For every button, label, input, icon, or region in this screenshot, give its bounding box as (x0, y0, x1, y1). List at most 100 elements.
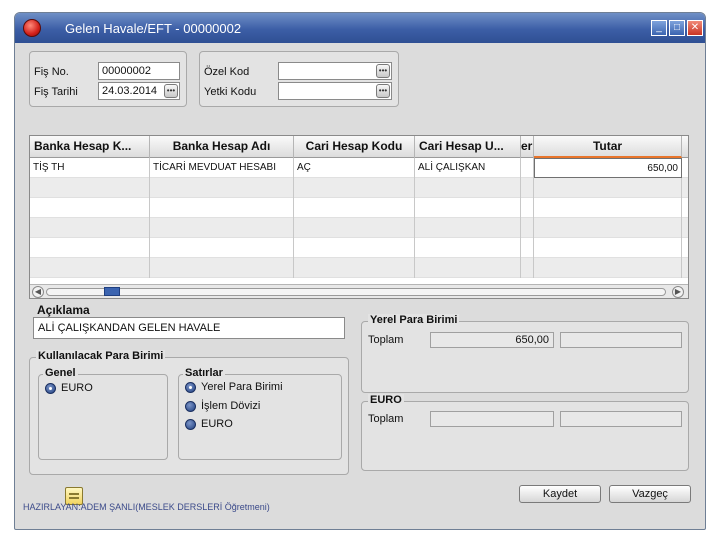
horizontal-scrollbar[interactable]: ◀ ▶ (30, 284, 688, 298)
yerel-para-radio[interactable] (185, 382, 196, 393)
fis-tarihi-label: Fiş Tarihi (34, 86, 78, 98)
table-row[interactable] (30, 218, 688, 238)
date-picker-icon[interactable]: ••• (164, 84, 178, 98)
empty-cell[interactable] (30, 218, 150, 238)
genel-euro-label: EURO (61, 382, 93, 394)
fis-panel: Fiş No. 00000002 Fiş Tarihi 24.03.2014 •… (29, 51, 187, 107)
para-birimi-title: Kullanılacak Para Birimi (36, 350, 166, 362)
genel-euro-radio[interactable] (45, 383, 56, 394)
empty-cell[interactable] (30, 238, 150, 258)
scroll-left-icon[interactable]: ◀ (32, 286, 44, 298)
satirlar-title: Satırlar (183, 367, 225, 379)
empty-cell[interactable] (415, 218, 521, 238)
yetki-kodu-lookup-icon[interactable]: ••• (376, 84, 390, 98)
save-button[interactable]: Kaydet (519, 485, 601, 503)
table-row[interactable] (30, 258, 688, 278)
minimize-icon[interactable]: _ (651, 20, 667, 36)
euro-toplam-label: Toplam (368, 413, 404, 425)
scroll-track[interactable] (46, 288, 666, 296)
yerel-toplam-extra (560, 332, 682, 348)
empty-cell[interactable] (415, 198, 521, 218)
app-icon[interactable] (23, 19, 41, 37)
empty-cell[interactable] (294, 198, 415, 218)
empty-cell[interactable] (30, 178, 150, 198)
euro-title: EURO (368, 394, 404, 406)
ozel-kod-field[interactable] (278, 62, 392, 80)
maximize-icon[interactable]: □ (669, 20, 685, 36)
kod-panel: Özel Kod ••• Yetki Kodu ••• (199, 51, 399, 107)
cell-banka-hesap-adi[interactable]: TİCARİ MEVDUAT HESABI (150, 158, 294, 178)
euro-panel: EURO Toplam (361, 394, 689, 471)
table-row[interactable] (30, 178, 688, 198)
empty-cell[interactable] (294, 238, 415, 258)
aciklama-label: Açıklama (37, 303, 90, 317)
transactions-grid[interactable]: Banka Hesap K... Banka Hesap Adı Cari He… (29, 135, 689, 299)
genel-group: Genel EURO (38, 367, 168, 460)
close-icon[interactable]: ✕ (687, 20, 703, 36)
yerel-para-title: Yerel Para Birimi (368, 314, 460, 326)
empty-cell[interactable] (534, 198, 682, 218)
cell-cari-hesap-kodu[interactable]: AÇ (294, 158, 415, 178)
fis-no-label: Fiş No. (34, 66, 69, 78)
empty-cell[interactable] (415, 178, 521, 198)
scroll-thumb[interactable] (104, 287, 120, 296)
yetki-kodu-field[interactable] (278, 82, 392, 100)
empty-cell[interactable] (534, 238, 682, 258)
yetki-kodu-label: Yetki Kodu (204, 86, 257, 98)
euro-toplam-extra (560, 411, 682, 427)
empty-cell[interactable] (521, 238, 534, 258)
empty-cell[interactable] (150, 198, 294, 218)
cell-cari-hesap-unvani[interactable]: ALİ ÇALIŞKAN (415, 158, 521, 178)
genel-title: Genel (43, 367, 78, 379)
col-cari-hesap-unvani[interactable]: Cari Hesap U... (415, 136, 521, 158)
col-cari-hesap-kodu[interactable]: Cari Hesap Kodu (294, 136, 415, 158)
table-row[interactable] (30, 198, 688, 218)
empty-cell[interactable] (30, 258, 150, 278)
empty-cell[interactable] (150, 238, 294, 258)
yerel-toplam-label: Toplam (368, 334, 404, 346)
empty-cell[interactable] (521, 218, 534, 238)
empty-cell[interactable] (534, 218, 682, 238)
aciklama-field[interactable]: ALİ ÇALIŞKANDAN GELEN HAVALE (33, 317, 345, 339)
ozel-kod-label: Özel Kod (204, 66, 250, 78)
empty-cell[interactable] (521, 198, 534, 218)
fis-no-field[interactable]: 00000002 (98, 62, 180, 80)
col-banka-hesap-adi[interactable]: Banka Hesap Adı (150, 136, 294, 158)
empty-cell[interactable] (294, 218, 415, 238)
table-row[interactable]: TİŞ TH TİCARİ MEVDUAT HESABI AÇ ALİ ÇALI… (30, 158, 688, 178)
empty-cell[interactable] (521, 258, 534, 278)
scroll-right-icon[interactable]: ▶ (672, 286, 684, 298)
empty-cell[interactable] (294, 178, 415, 198)
euro-toplam-value (430, 411, 554, 427)
yerel-para-panel: Yerel Para Birimi Toplam 650,00 (361, 314, 689, 393)
empty-cell[interactable] (534, 258, 682, 278)
empty-cell[interactable] (150, 178, 294, 198)
empty-cell[interactable] (521, 178, 534, 198)
empty-cell[interactable] (415, 258, 521, 278)
author-note: HAZIRLAYAN:ADEM ŞANLI(MESLEK DERSLERİ Öğ… (23, 502, 270, 512)
islem-dovizi-radio[interactable] (185, 401, 196, 412)
empty-cell[interactable] (534, 178, 682, 198)
islem-dovizi-label: İşlem Dövizi (201, 400, 261, 412)
empty-cell[interactable] (150, 258, 294, 278)
empty-cell[interactable] (30, 198, 150, 218)
satirlar-euro-label: EURO (201, 418, 233, 430)
yerel-para-label: Yerel Para Birimi (201, 381, 283, 393)
col-truncated[interactable]: er (521, 136, 534, 158)
yerel-toplam-value: 650,00 (430, 332, 554, 348)
para-birimi-panel: Kullanılacak Para Birimi Genel EURO Satı… (29, 350, 349, 475)
col-banka-hesap-kodu[interactable]: Banka Hesap K... (30, 136, 150, 158)
empty-cell[interactable] (415, 238, 521, 258)
ozel-kod-lookup-icon[interactable]: ••• (376, 64, 390, 78)
empty-cell[interactable] (150, 218, 294, 238)
table-row[interactable] (30, 238, 688, 258)
window-title: Gelen Havale/EFT - 00000002 (65, 21, 242, 36)
satirlar-euro-radio[interactable] (185, 419, 196, 430)
empty-cell[interactable] (294, 258, 415, 278)
cancel-button[interactable]: Vazgeç (609, 485, 691, 503)
col-tutar[interactable]: Tutar (534, 136, 682, 158)
cell-banka-hesap-kodu[interactable]: TİŞ TH (30, 158, 150, 178)
title-bar[interactable]: Gelen Havale/EFT - 00000002 _ □ ✕ (15, 13, 705, 43)
cell-truncated[interactable] (521, 158, 534, 178)
cell-tutar[interactable]: 650,00 (534, 158, 682, 178)
